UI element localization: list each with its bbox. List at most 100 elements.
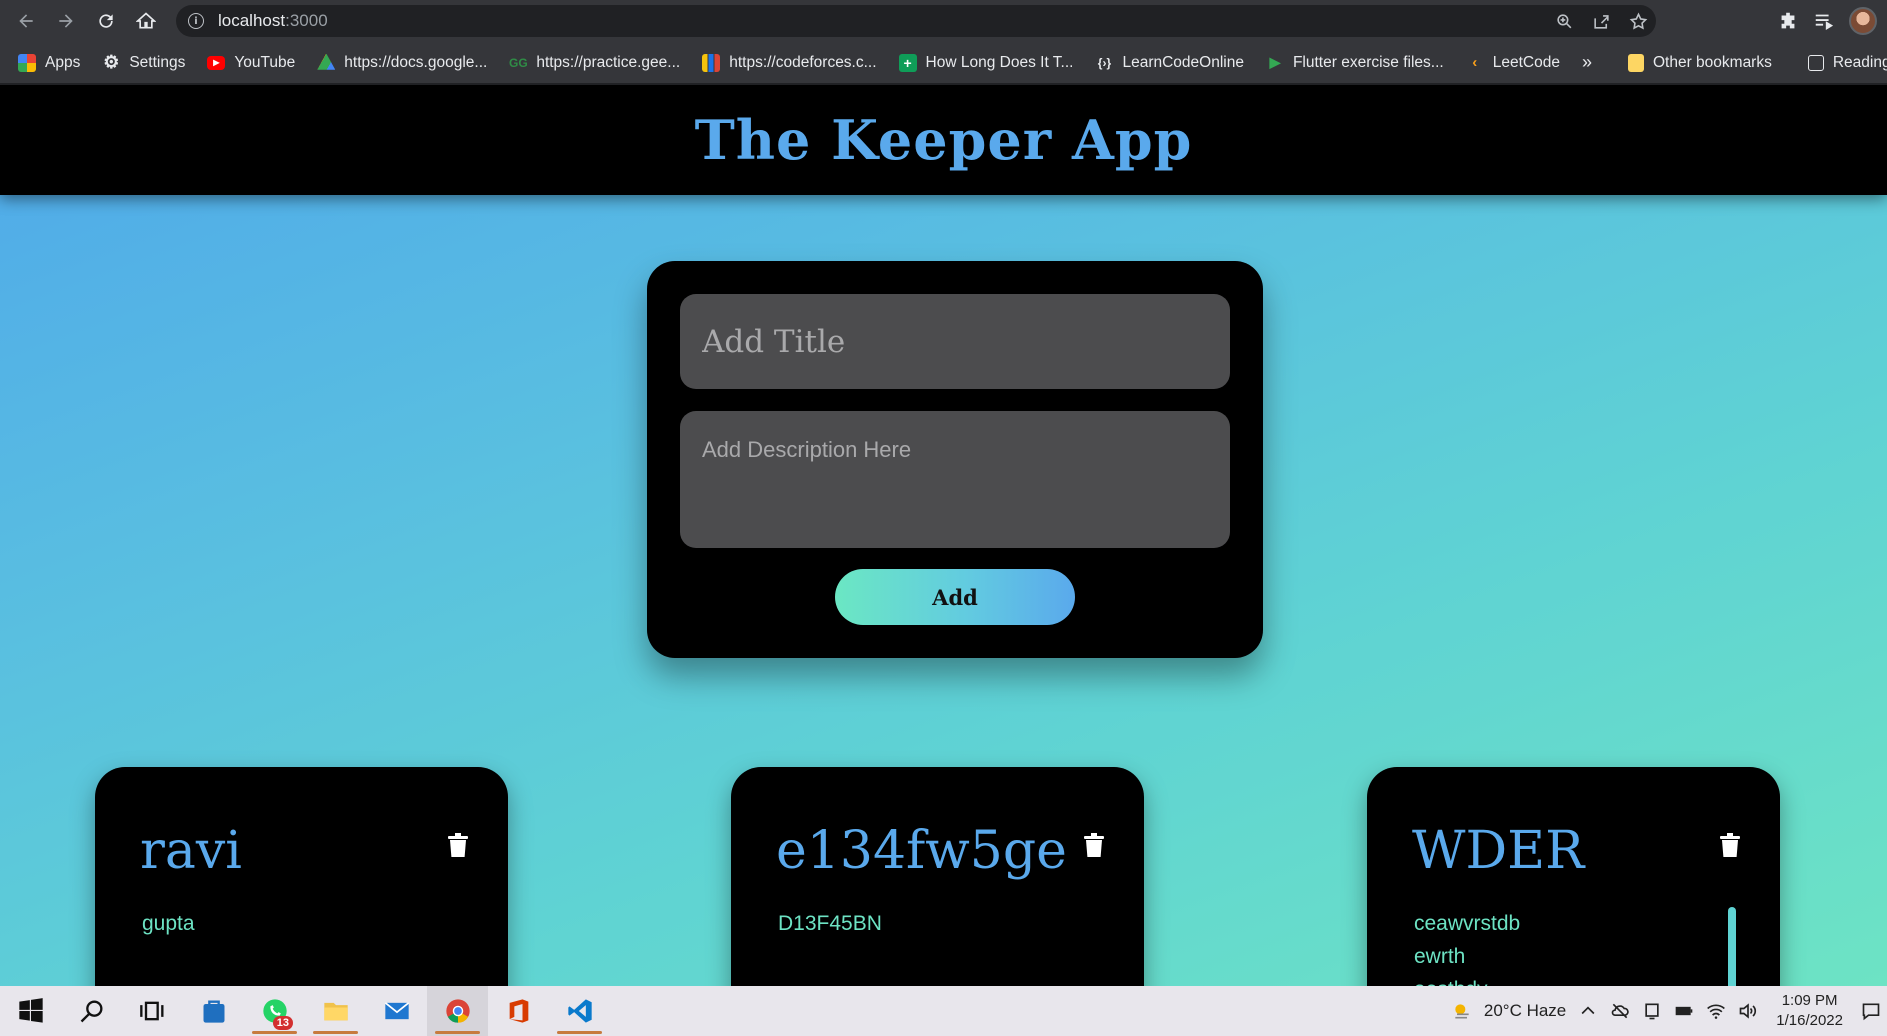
bookmark-google-docs[interactable]: https://docs.google... [317, 53, 488, 72]
gear-icon: ⚙ [103, 52, 120, 72]
office-icon [509, 999, 528, 1023]
search-icon [80, 1000, 103, 1023]
address-bar[interactable]: i localhost:3000 [176, 5, 1656, 37]
reading-list-queue-icon[interactable] [1813, 10, 1835, 32]
bookmark-label: YouTube [234, 53, 296, 71]
reading-list-icon [1807, 54, 1824, 71]
note-body: D13F45BN [778, 912, 882, 935]
bookmark-leetcode[interactable]: ‹ LeetCode [1466, 54, 1560, 72]
windows-taskbar: 13 20°C Haze 1:09 PM 1/16/2022 [0, 986, 1887, 1036]
bookmark-label: LearnCodeOnline [1122, 53, 1244, 71]
share-icon[interactable] [1592, 12, 1611, 31]
folder-icon [323, 1002, 348, 1021]
bookmark-label: Settings [129, 53, 186, 71]
note-card: e134fw5ge D13F45BN [731, 767, 1144, 986]
start-button[interactable] [0, 986, 61, 1036]
wifi-icon[interactable] [1706, 1001, 1726, 1021]
taskbar-whatsapp[interactable]: 13 [244, 986, 305, 1036]
browser-toolbar: i localhost:3000 [0, 0, 1887, 42]
home-button[interactable] [126, 0, 166, 42]
bookmark-other[interactable]: Other bookmarks [1627, 53, 1772, 72]
bookmark-label: https://docs.google... [344, 53, 488, 71]
geeksforgeeks-icon: GG [509, 55, 528, 70]
forward-button[interactable] [46, 0, 86, 42]
apps-grid-icon [18, 53, 36, 72]
bookmark-codeforces[interactable]: https://codeforces.c... [702, 53, 877, 72]
note-title-input[interactable] [680, 294, 1230, 389]
battery-icon[interactable] [1674, 1001, 1694, 1021]
add-note-button[interactable]: Add [835, 569, 1075, 625]
zoom-icon[interactable] [1555, 12, 1574, 31]
home-icon [136, 12, 156, 29]
taskbar-store[interactable] [183, 986, 244, 1036]
codeforces-icon [702, 53, 721, 72]
search-button[interactable] [61, 986, 122, 1036]
taskbar-file-explorer[interactable] [305, 986, 366, 1036]
back-arrow-icon [19, 14, 33, 28]
reload-icon [99, 14, 113, 28]
windows-logo-icon [18, 998, 43, 1023]
profile-avatar[interactable] [1849, 7, 1877, 35]
site-info-icon[interactable]: i [188, 13, 204, 29]
forward-arrow-icon [59, 14, 73, 28]
app-title: The Keeper App [694, 108, 1193, 172]
google-drive-icon [317, 53, 336, 70]
vscode-icon [567, 999, 592, 1023]
onedrive-offline-icon[interactable] [1610, 1001, 1630, 1021]
weather-text[interactable]: 20°C Haze [1484, 1001, 1566, 1021]
bookmark-label: https://practice.gee... [536, 53, 681, 71]
bookmark-label: Flutter exercise files... [1292, 53, 1444, 71]
note-card: WDER ceawvrstdb ewrth aesthdy [1367, 767, 1780, 986]
chevron-up-icon[interactable] [1578, 1001, 1598, 1021]
back-button[interactable] [6, 0, 46, 42]
clock-date: 1/16/2022 [1776, 1012, 1843, 1029]
task-view-button[interactable] [122, 986, 183, 1036]
note-description-input[interactable] [680, 411, 1230, 548]
bookmark-star-icon[interactable] [1629, 12, 1648, 31]
note-body: gupta [142, 912, 195, 935]
leetcode-icon: ‹ [1472, 54, 1478, 71]
app-header: The Keeper App [0, 85, 1887, 195]
clock[interactable]: 1:09 PM 1/16/2022 [1776, 991, 1843, 1031]
taskbar-chrome[interactable] [427, 986, 488, 1036]
reading-list[interactable]: Reading l [1807, 53, 1887, 72]
taskbar-mail[interactable] [366, 986, 427, 1036]
note-title: WDER [1412, 821, 1585, 881]
task-view-icon [139, 1001, 163, 1021]
bookmark-apps[interactable]: Apps [18, 53, 80, 72]
create-note-form: Add [647, 261, 1263, 658]
bookmark-youtube[interactable]: ▶ YouTube [207, 54, 295, 72]
note-title: e134fw5ge [776, 821, 1067, 881]
volume-icon[interactable] [1738, 1001, 1758, 1021]
bookmark-flutter[interactable]: ▶ Flutter exercise files... [1266, 54, 1444, 72]
bookmark-label: LeetCode [1492, 53, 1560, 71]
chrome-icon [445, 999, 470, 1023]
bookmark-label: How Long Does It T... [925, 53, 1074, 71]
trash-icon[interactable] [448, 833, 468, 857]
bookmark-label: Reading l [1832, 53, 1887, 71]
bookmarks-bar: Apps ⚙ Settings ▶ YouTube https://docs.g… [0, 42, 1887, 84]
green-plus-icon: + [898, 53, 917, 72]
folder-icon [1627, 53, 1644, 72]
extensions-puzzle-icon[interactable] [1777, 10, 1799, 32]
bookmark-label: https://codeforces.c... [729, 53, 877, 71]
taskbar-vscode[interactable] [549, 986, 610, 1036]
page-viewport: The Keeper App Add ravi gupta e134fw5ge … [0, 85, 1887, 986]
note-title: ravi [140, 821, 242, 881]
bookmark-how-long[interactable]: + How Long Does It T... [898, 53, 1074, 72]
trash-icon[interactable] [1084, 833, 1104, 857]
notifications-icon[interactable] [1861, 1001, 1881, 1021]
bookmark-label: Other bookmarks [1652, 53, 1772, 71]
device-icon[interactable] [1642, 1001, 1662, 1021]
note-scrollbar[interactable] [1728, 907, 1736, 986]
note-card: ravi gupta [95, 767, 508, 986]
system-tray: 20°C Haze 1:09 PM 1/16/2022 [1452, 986, 1887, 1036]
bookmark-learncodeonline[interactable]: {›} LearnCodeOnline [1095, 54, 1244, 72]
taskbar-office[interactable] [488, 986, 549, 1036]
weather-haze-icon[interactable] [1452, 1001, 1472, 1021]
bookmark-geeksforgeeks[interactable]: GG https://practice.gee... [509, 54, 680, 72]
bookmark-settings[interactable]: ⚙ Settings [102, 52, 186, 72]
trash-icon[interactable] [1720, 833, 1740, 857]
more-bookmarks-button[interactable]: » [1582, 52, 1592, 73]
reload-button[interactable] [86, 0, 126, 42]
